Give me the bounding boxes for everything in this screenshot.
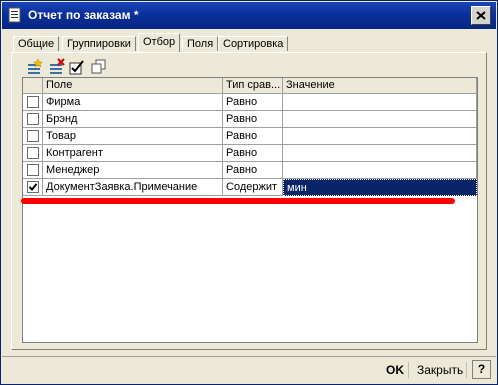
field-cell[interactable]: Менеджер [43,162,223,179]
separator [466,362,467,378]
checkbox-checked[interactable] [27,181,39,193]
column-header-check [23,78,43,94]
checkmark-icon [28,183,38,191]
checkbox[interactable] [27,113,39,125]
column-header-comparison[interactable]: Тип срав... [223,78,283,94]
window-close-button[interactable] [471,6,491,25]
ok-button[interactable]: OK [386,363,404,377]
separator [408,362,409,378]
filter-grid: Поле Тип срав... Значение Фирма Равно Бр… [22,77,478,343]
comparison-cell[interactable]: Равно [223,145,283,162]
delete-filter-icon[interactable] [48,58,66,76]
tab-general[interactable]: Общие [13,36,60,51]
check-all-icon[interactable] [68,58,86,76]
report-document-icon [8,7,21,23]
field-cell[interactable]: Брэнд [43,111,223,128]
value-cell-selected[interactable]: мин [283,179,477,196]
add-filter-icon[interactable] [26,58,44,76]
table-row[interactable]: Брэнд Равно [23,111,477,128]
row-checkbox-cell[interactable] [23,94,43,111]
row-checkbox-cell[interactable] [23,145,43,162]
checkbox[interactable] [27,164,39,176]
copy-icon[interactable] [90,58,108,76]
table-row[interactable]: ДокументЗаявка.Примечание Содержит мин [23,179,477,196]
row-checkbox-cell[interactable] [23,111,43,128]
value-cell[interactable] [283,111,477,128]
checkbox[interactable] [27,96,39,108]
red-underline-annotation [21,198,455,204]
tab-fields[interactable]: Поля [182,36,219,51]
tab-filter[interactable]: Отбор [138,33,181,52]
field-cell[interactable]: ДокументЗаявка.Примечание [43,179,223,196]
table-row[interactable]: Товар Равно [23,128,477,145]
value-cell[interactable] [283,128,477,145]
checkbox[interactable] [27,130,39,142]
dialog-button-bar: OK Закрыть ? [2,356,496,384]
tab-grouping[interactable]: Группировки [62,36,136,51]
comparison-cell[interactable]: Содержит [223,179,283,196]
title-bar[interactable]: Отчет по заказам * [2,2,496,29]
value-cell[interactable] [283,162,477,179]
field-cell[interactable]: Товар [43,128,223,145]
table-row[interactable]: Менеджер Равно [23,162,477,179]
help-button[interactable]: ? [472,360,491,379]
window-title: Отчет по заказам * [28,8,139,22]
field-cell[interactable]: Фирма [43,94,223,111]
report-window: Отчет по заказам * Общие Группировки Отб… [0,0,498,385]
value-cell[interactable] [283,145,477,162]
close-icon [476,11,486,20]
comparison-cell[interactable]: Равно [223,162,283,179]
column-header-value[interactable]: Значение [283,78,477,94]
comparison-cell[interactable]: Равно [223,128,283,145]
close-button[interactable]: Закрыть [417,363,463,377]
row-checkbox-cell[interactable] [23,162,43,179]
value-cell[interactable] [283,94,477,111]
dialog-body: Общие Группировки Отбор Поля Сортировка [5,31,493,353]
table-row[interactable]: Контрагент Равно [23,145,477,162]
row-checkbox-cell[interactable] [23,128,43,145]
table-row[interactable]: Фирма Равно [23,94,477,111]
checkbox[interactable] [27,147,39,159]
field-cell[interactable]: Контрагент [43,145,223,162]
tab-sorting[interactable]: Сортировка [218,36,289,51]
row-checkbox-cell[interactable] [23,179,43,196]
comparison-cell[interactable]: Равно [223,111,283,128]
column-header-field[interactable]: Поле [43,78,223,94]
comparison-cell[interactable]: Равно [223,94,283,111]
